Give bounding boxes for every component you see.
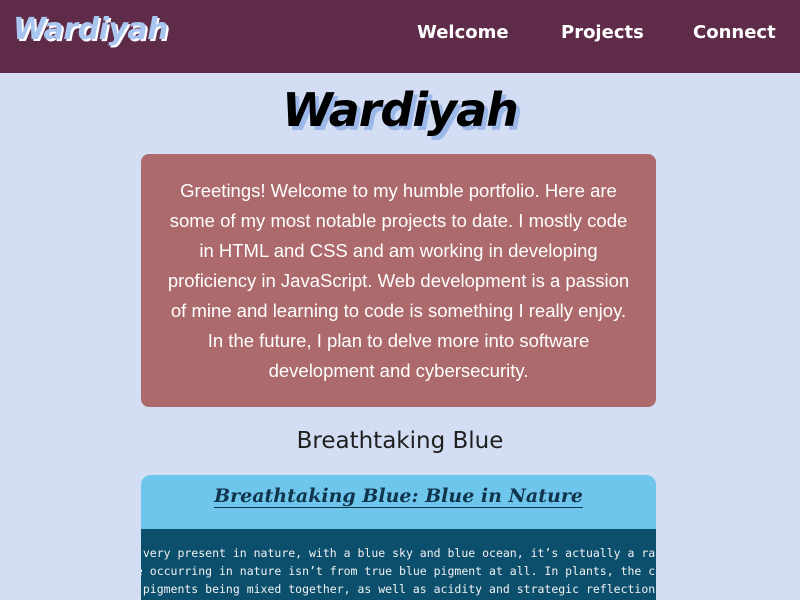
preview-title: Breathtaking Blue: Blue in Nature	[141, 485, 656, 508]
intro-card: Greetings! Welcome to my humble portfoli…	[141, 154, 656, 407]
project-preview[interactable]: Breathtaking Blue: Blue in Nature m very…	[141, 475, 656, 600]
project-heading: Breathtaking Blue	[296, 428, 504, 454]
brand-logo[interactable]: Wardiyah	[13, 12, 169, 47]
nav-link-connect[interactable]: Connect	[693, 22, 776, 43]
page-title: Wardiyah	[282, 83, 519, 137]
preview-header: Breathtaking Blue: Blue in Nature	[141, 475, 656, 529]
preview-text-line: m very present in nature, with a blue sk…	[141, 546, 656, 560]
intro-text: Greetings! Welcome to my humble portfoli…	[167, 180, 630, 381]
preview-title-text: Breathtaking Blue: Blue in Nature	[214, 485, 583, 508]
preview-text-line: c pigments being mixed together, as well…	[141, 582, 656, 596]
preview-body: m very present in nature, with a blue sk…	[141, 529, 656, 600]
nav-link-projects[interactable]: Projects	[561, 22, 644, 43]
preview-text-line: ue occurring in nature isn’t from true b…	[141, 564, 656, 578]
nav-link-welcome[interactable]: Welcome	[417, 22, 509, 43]
navbar: Wardiyah Welcome Projects Connect	[0, 0, 800, 73]
